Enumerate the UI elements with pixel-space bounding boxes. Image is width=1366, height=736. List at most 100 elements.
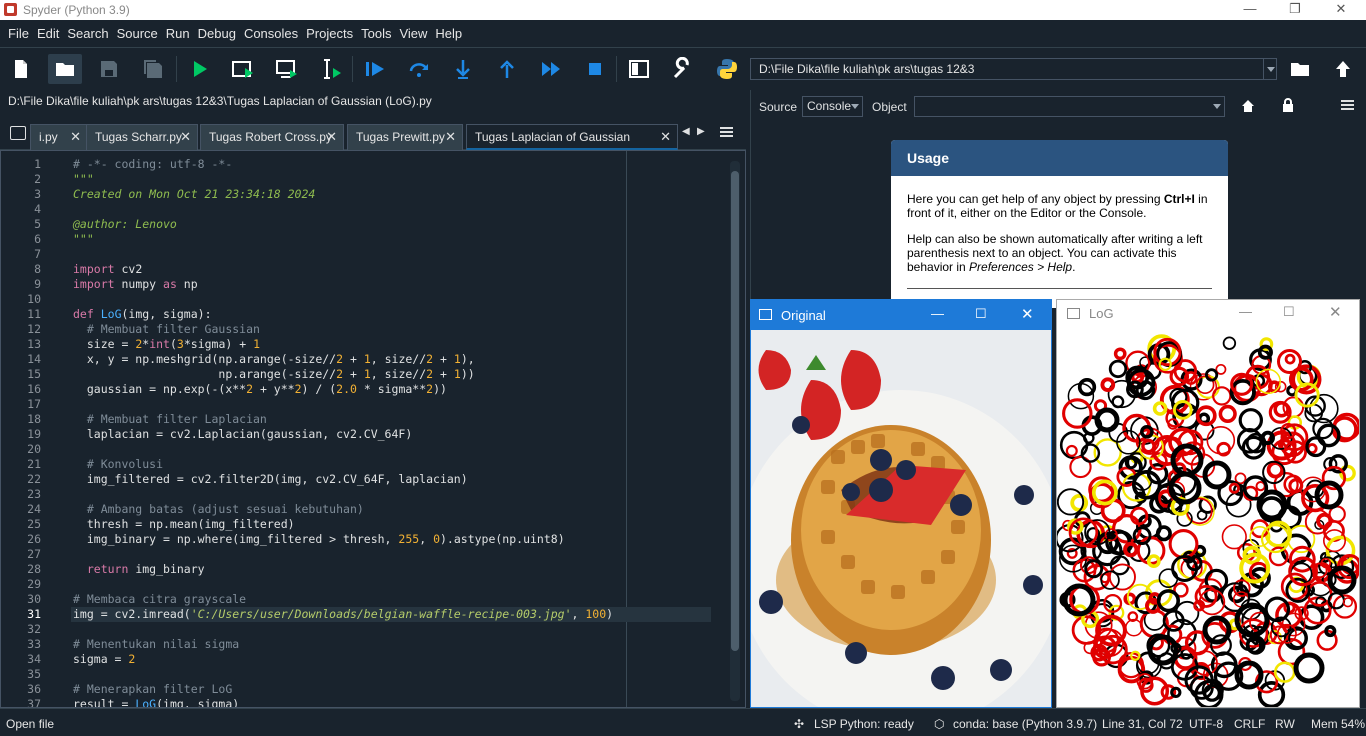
stop-icon[interactable] xyxy=(578,54,612,84)
code-line[interactable]: laplacian = cv2.Laplacian(gaussian, cv2.… xyxy=(73,427,412,442)
code-line[interactable]: result = LoG(img, sigma) xyxy=(73,697,239,707)
menu-projects[interactable]: Projects xyxy=(302,20,357,48)
browse-folder-icon[interactable] xyxy=(1283,54,1317,84)
parent-directory-icon[interactable] xyxy=(1326,54,1360,84)
working-directory-dropdown-icon[interactable] xyxy=(1263,58,1277,80)
original-window-titlebar[interactable]: Original — ☐ ✕ xyxy=(751,300,1051,330)
code-line[interactable]: gaussian = np.exp(-(x**2 + y**2) / (2.0 … xyxy=(73,382,447,397)
python-path-icon[interactable] xyxy=(710,54,744,84)
tab-tugas-prewitt[interactable]: Tugas Prewitt.py ✕ xyxy=(347,124,463,150)
step-return-icon[interactable] xyxy=(490,54,524,84)
object-field[interactable] xyxy=(914,96,1225,117)
help-options-menu-icon[interactable] xyxy=(1341,100,1354,110)
tab-i-py[interactable]: i.py ✕ xyxy=(30,124,88,150)
step-into-icon[interactable] xyxy=(446,54,480,84)
run-selection-icon[interactable] xyxy=(314,54,348,84)
log-window-titlebar[interactable]: LoG — ☐ ✕ xyxy=(1057,300,1359,330)
home-icon[interactable] xyxy=(1241,99,1255,116)
open-file-icon[interactable] xyxy=(48,54,82,84)
code-line[interactable]: # Membuat filter Gaussian xyxy=(73,322,260,337)
code-line[interactable]: img_binary = np.where(img_filtered > thr… xyxy=(73,532,565,547)
usage-paragraph-2: Help can also be shown automatically aft… xyxy=(907,232,1203,274)
code-line[interactable]: import numpy as np xyxy=(73,277,198,292)
source-select[interactable]: Console xyxy=(802,96,863,117)
tab-tugas-laplacian-of-gaussian[interactable]: Tugas Laplacian of Gaussian (LoG).py✕ xyxy=(466,124,678,168)
scrollbar-thumb[interactable] xyxy=(731,171,739,651)
restore-icon[interactable]: ❐ xyxy=(1272,0,1318,20)
code-line[interactable]: # Menerapkan filter LoG xyxy=(73,682,232,697)
step-over-icon[interactable] xyxy=(402,54,436,84)
log-image-window[interactable]: LoG — ☐ ✕ xyxy=(1056,299,1360,708)
run-cell-advance-icon[interactable] xyxy=(270,54,304,84)
menu-source[interactable]: Source xyxy=(113,20,162,48)
code-line[interactable]: x, y = np.meshgrid(np.arange(-size//2 + … xyxy=(73,352,475,367)
code-line[interactable]: return img_binary xyxy=(73,562,205,577)
close-tab-icon[interactable]: ✕ xyxy=(70,125,81,149)
code-line[interactable]: # -*- coding: utf-8 -*- xyxy=(73,157,232,172)
tab-tugas-robert-cross[interactable]: Tugas Robert Cross.py ✕ xyxy=(200,124,344,150)
tab-scroll-left-icon[interactable]: ◀ xyxy=(682,126,690,137)
menu-file[interactable]: File xyxy=(4,20,33,48)
close-tab-icon[interactable]: ✕ xyxy=(180,125,191,149)
line-number-gutter: 1 2 3 4 5 6 7 8 9 10 11 12 13 14 15 16 17 18 19 20 21 22 23 24 2… xyxy=(1,151,53,707)
menu-search[interactable]: Search xyxy=(63,20,112,48)
code-line[interactable]: np.arange(-size//2 + 1, size//2 + 1)) xyxy=(73,367,474,382)
code-line[interactable]: size = 2*int(3*sigma) + 1 xyxy=(73,337,260,352)
save-icon[interactable] xyxy=(92,54,126,84)
conda-env[interactable]: conda: base (Python 3.9.7) xyxy=(953,717,1097,731)
close-tab-icon[interactable]: ✕ xyxy=(660,125,671,149)
code-line[interactable]: # Menentukan nilai sigma xyxy=(73,637,239,652)
close-icon[interactable]: ✕ xyxy=(1021,305,1034,323)
line-number: 11 xyxy=(27,307,41,321)
code-editor[interactable]: 1 2 3 4 5 6 7 8 9 10 11 12 13 14 15 16 17 18 19 20 21 22 23 24 2… xyxy=(0,150,746,708)
menu-bar: File Edit Search Source Run Debug Consoles Proj… xyxy=(0,20,1366,48)
continue-icon[interactable] xyxy=(534,54,568,84)
minimize-icon[interactable]: — xyxy=(931,306,944,321)
code-line[interactable]: # Membuat filter Laplacian xyxy=(73,412,267,427)
preferences-icon[interactable] xyxy=(666,54,700,84)
maximize-icon[interactable]: ☐ xyxy=(975,306,987,322)
menu-tools[interactable]: Tools xyxy=(357,20,395,48)
working-directory-field[interactable]: D:\File Dika\file kuliah\pk ars\tugas 12… xyxy=(750,58,1264,80)
menu-consoles[interactable]: Consoles xyxy=(240,20,302,48)
menu-edit[interactable]: Edit xyxy=(33,20,63,48)
editor-file-path: D:\File Dika\file kuliah\pk ars\tugas 12… xyxy=(0,90,746,114)
save-all-icon[interactable] xyxy=(136,54,170,84)
debug-icon[interactable] xyxy=(358,54,392,84)
menu-debug[interactable]: Debug xyxy=(194,20,240,48)
code-line[interactable]: def LoG(img, sigma): xyxy=(73,307,212,322)
tab-tugas-scharr[interactable]: Tugas Scharr.py ✕ xyxy=(86,124,198,150)
close-tab-icon[interactable]: ✕ xyxy=(445,125,456,149)
maximize-pane-icon[interactable] xyxy=(622,54,656,84)
lock-icon[interactable] xyxy=(1281,98,1295,115)
code-line[interactable]: sigma = 2 xyxy=(73,652,135,667)
maximize-icon[interactable]: ☐ xyxy=(1283,304,1295,320)
editor-vertical-scrollbar[interactable] xyxy=(730,161,740,701)
code-line[interactable]: # Membaca citra grayscale xyxy=(73,592,246,607)
browse-tabs-icon[interactable] xyxy=(10,126,26,140)
close-icon[interactable]: ✕ xyxy=(1318,0,1364,20)
code-line[interactable]: """ xyxy=(73,172,94,187)
menu-view[interactable]: View xyxy=(395,20,431,48)
run-cell-icon[interactable] xyxy=(226,54,260,84)
close-tab-icon[interactable]: ✕ xyxy=(326,125,337,149)
close-icon[interactable]: ✕ xyxy=(1329,303,1342,321)
minimize-icon[interactable]: — xyxy=(1239,304,1252,319)
code-line[interactable]: @author: Lenovo xyxy=(73,217,177,232)
code-line[interactable]: import cv2 xyxy=(73,262,142,277)
original-image-window[interactable]: Original — ☐ ✕ xyxy=(750,299,1052,708)
code-line[interactable]: # Konvolusi xyxy=(73,457,163,472)
code-line[interactable]: img = cv2.imread('C:/Users/user/Download… xyxy=(73,607,613,622)
code-line[interactable]: Created on Mon Oct 21 23:34:18 2024 xyxy=(73,187,315,202)
menu-run[interactable]: Run xyxy=(162,20,194,48)
new-file-icon[interactable] xyxy=(4,54,38,84)
tab-scroll-right-icon[interactable]: ▶ xyxy=(697,126,705,137)
code-line[interactable]: thresh = np.mean(img_filtered) xyxy=(73,517,295,532)
code-line[interactable]: img_filtered = cv2.filter2D(img, cv2.CV_… xyxy=(73,472,468,487)
code-line[interactable]: """ xyxy=(73,232,94,247)
code-line[interactable]: # Ambang batas (adjust sesuai kebutuhan) xyxy=(73,502,364,517)
menu-help[interactable]: Help xyxy=(431,20,466,48)
editor-options-menu-icon[interactable] xyxy=(720,125,733,139)
minimize-icon[interactable]: — xyxy=(1227,0,1273,20)
run-icon[interactable] xyxy=(182,54,216,84)
